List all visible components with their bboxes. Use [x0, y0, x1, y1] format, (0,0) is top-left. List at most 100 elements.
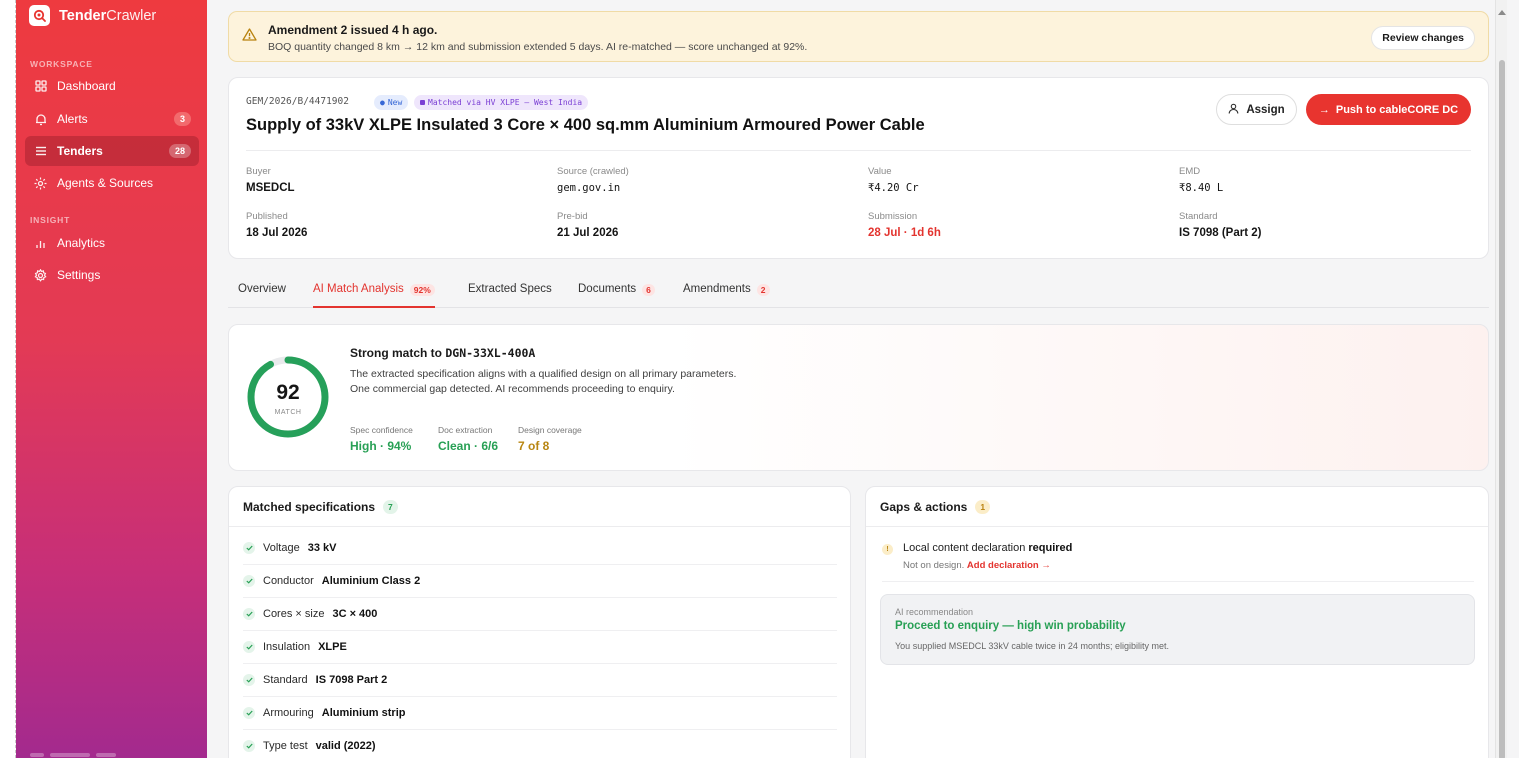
stat-label: Spec confidence — [350, 425, 413, 435]
tab-label: Documents — [578, 283, 637, 295]
tab-count-badge: 92% — [409, 284, 435, 296]
tender-reference: GEM/2026/B/4471902 — [246, 96, 349, 107]
match-title: Strong match to DGN-33XL-400A — [350, 346, 535, 360]
add-declaration-link[interactable]: Add declaration → — [967, 560, 1051, 571]
spec-label: Cores × size — [263, 608, 325, 620]
tab-label: Overview — [238, 283, 286, 295]
gap-number-badge: ! — [882, 544, 893, 555]
logo-icon — [29, 5, 50, 26]
meta-standard: Standard IS 7098 (Part 2) — [1179, 211, 1261, 239]
specs-count-badge: 7 — [383, 499, 398, 514]
spec-value: valid (2022) — [315, 740, 376, 752]
review-changes-button[interactable]: Review changes — [1371, 26, 1475, 50]
brand-name-bold: Tender — [59, 7, 107, 24]
meta-value: 21 Jul 2026 — [557, 227, 619, 239]
design-code[interactable]: DGN-33XL-400A — [445, 346, 535, 360]
tab-ai-match-analysis[interactable]: AI Match Analysis 92% — [313, 283, 435, 308]
spec-value: IS 7098 Part 2 — [315, 674, 388, 686]
arrow-right-icon: → — [1318, 103, 1330, 116]
card-header: Matched specifications 7 — [229, 487, 850, 527]
scroll-thumb[interactable] — [1499, 60, 1505, 758]
tab-label: Amendments — [683, 283, 751, 295]
gaps-count-badge: 1 — [975, 499, 991, 514]
gear-icon — [33, 268, 48, 282]
spec-label: Voltage — [263, 542, 300, 554]
tenders-count-badge: 28 — [168, 144, 191, 158]
status-badge-new: ● New — [374, 95, 409, 110]
spec-label: Standard — [263, 674, 308, 686]
meta-prebid: Pre-bid 21 Jul 2026 — [557, 211, 618, 239]
sidebar-user-footer[interactable] — [30, 751, 190, 758]
gap-sub-text: Not on design. — [903, 560, 965, 571]
sidebar-item-label: Analytics — [57, 236, 106, 250]
spec-row: Conductor Aluminium Class 2 — [243, 565, 837, 598]
sidebar-item-tenders[interactable]: Tenders 28 — [25, 136, 199, 166]
bar-chart-icon — [33, 238, 48, 249]
insight-section-label: INSIGHT — [30, 215, 71, 225]
warning-icon — [242, 28, 257, 46]
spec-value: Aluminium strip — [321, 707, 406, 719]
spec-label: Insulation — [263, 641, 311, 653]
tab-overview[interactable]: Overview — [238, 283, 286, 308]
check-icon — [243, 641, 255, 653]
reco-description: You supplied MSEDCL 33kV cable twice in … — [895, 641, 1169, 651]
matched-specifications-card: Matched specifications 7 Voltage 33 kV Con… — [228, 486, 851, 758]
spec-label: Type test — [263, 740, 308, 752]
sidebar-item-settings[interactable]: Settings — [25, 260, 199, 290]
meta-value: ₹8.40 L — [1179, 182, 1224, 194]
spec-row: Type test valid (2022) — [243, 730, 837, 758]
tab-documents[interactable]: Documents 6 — [578, 283, 655, 308]
meta-label: Standard — [1179, 211, 1218, 222]
check-icon — [243, 740, 255, 752]
match-score-gauge: 92 MATCH — [246, 355, 330, 439]
tab-extracted-specs[interactable]: Extracted Specs — [468, 283, 552, 308]
spec-value: Aluminium Class 2 — [321, 575, 421, 587]
spec-row: Standard IS 7098 Part 2 — [243, 664, 837, 697]
list-icon — [33, 146, 48, 156]
push-to-cablecore-button[interactable]: → Push to cableCORE DC — [1306, 94, 1471, 125]
sidebar-item-analytics[interactable]: Analytics — [25, 228, 199, 258]
tab-count-badge: 6 — [642, 284, 655, 296]
ai-recommendation-box: AI recommendation Proceed to enquiry — h… — [880, 594, 1475, 665]
stat-value: High · 94% — [350, 439, 412, 453]
scroll-up-arrow-icon[interactable] — [1498, 10, 1506, 15]
stat-design-coverage: Design coverage 7 of 8 — [518, 425, 582, 453]
spec-list: Voltage 33 kV Conductor Aluminium Class 2 Co… — [243, 532, 837, 758]
tab-amendments[interactable]: Amendments 2 — [683, 283, 770, 308]
push-button-label: Push to cableCORE DC — [1335, 103, 1459, 116]
gaps-actions-card: Gaps & actions 1 ! Local content declara… — [865, 486, 1489, 758]
sidebar-item-label: Tenders — [57, 144, 103, 158]
new-badge-label: New — [387, 98, 403, 107]
stat-value: 7 of 8 — [518, 439, 550, 453]
meta-published: Published 18 Jul 2026 — [246, 211, 307, 239]
sidebar-item-agents-sources[interactable]: Agents & Sources — [25, 168, 199, 198]
amendment-banner: Amendment 2 issued 4 h ago. BOQ quantity… — [228, 11, 1489, 62]
sidebar-item-alerts[interactable]: Alerts 3 — [25, 104, 199, 134]
meta-label: EMD — [1179, 166, 1201, 177]
reco-title: Proceed to enquiry — high win probabilit… — [895, 620, 1126, 632]
meta-value: IS 7098 (Part 2) — [1179, 227, 1262, 239]
page-scrollbar[interactable] — [1495, 0, 1507, 758]
gap-title-text: Local content declaration — [903, 542, 1026, 554]
assign-button[interactable]: Assign — [1216, 94, 1297, 125]
workspace-section-label: WORKSPACE — [30, 59, 93, 69]
detail-tabs: Overview AI Match Analysis 92% Extracted … — [228, 271, 1489, 308]
spec-value: 33 kV — [307, 542, 337, 554]
meta-label: Source (crawled) — [557, 166, 629, 177]
sidebar-item-label: Alerts — [57, 112, 88, 126]
tab-count-badge: 2 — [756, 284, 770, 296]
sidebar-item-dashboard[interactable]: Dashboard — [25, 71, 199, 101]
tender-summary-card: GEM/2026/B/4471902 ● New Matched via HV … — [228, 77, 1489, 259]
brand[interactable]: TenderCrawler — [29, 5, 156, 26]
page-edge — [0, 0, 16, 758]
divider — [246, 150, 1471, 151]
check-icon — [243, 674, 255, 686]
match-source-label: Matched via HV XLPE – West India — [428, 98, 583, 107]
assign-button-label: Assign — [1246, 103, 1285, 116]
user-icon — [1228, 103, 1239, 117]
spec-value: 3C × 400 — [332, 608, 378, 620]
stat-spec-confidence: Spec confidence High · 94% — [350, 425, 413, 453]
meta-label: Buyer — [246, 166, 271, 177]
spec-row: Cores × size 3C × 400 — [243, 598, 837, 631]
alerts-count-badge: 3 — [173, 112, 191, 126]
